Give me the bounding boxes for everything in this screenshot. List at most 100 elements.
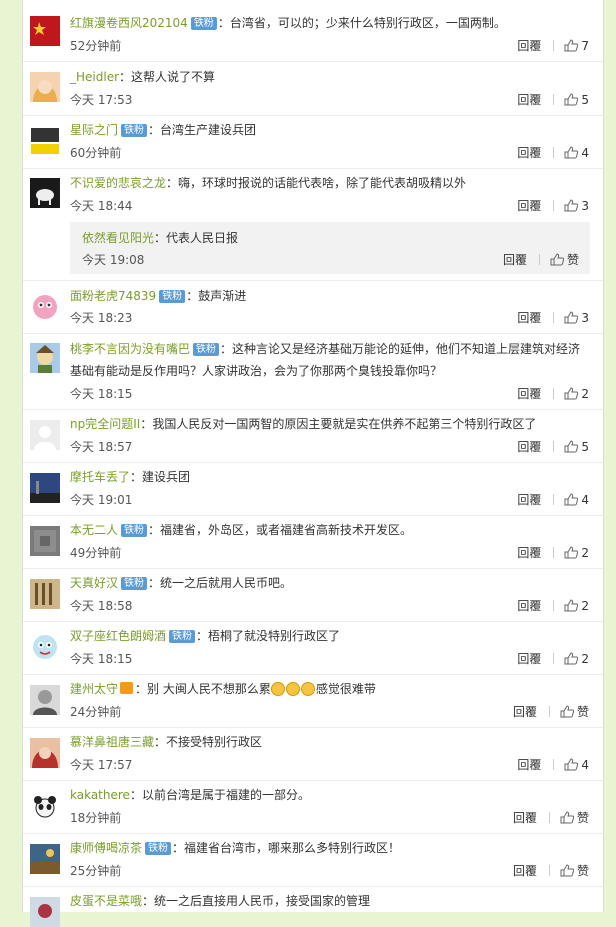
username[interactable]: 康师傅喝凉茶	[70, 841, 142, 855]
avatar[interactable]	[30, 791, 60, 821]
divider	[553, 441, 555, 452]
thumbs-up-icon	[560, 864, 574, 877]
like-button[interactable]: 3	[564, 311, 589, 325]
username[interactable]: 摩托车丢了	[70, 470, 130, 484]
avatar[interactable]	[30, 897, 60, 927]
comment-item: np完全问题II：我国人民反对一国两智的原因主要就是实在供养不起第三个特别行政区…	[23, 410, 603, 463]
username[interactable]: 双子座红色朗姆酒	[70, 629, 166, 643]
like-button[interactable]: 4	[564, 493, 589, 507]
username[interactable]: 红旗漫卷西风202104	[70, 16, 188, 30]
comment-time: 52分钟前	[70, 39, 122, 53]
like-button[interactable]: 2	[564, 652, 589, 666]
comment-time: 今天 17:57	[70, 758, 133, 772]
comment-text: ：不接受特别行政区	[154, 735, 263, 749]
username[interactable]: kakathere	[70, 788, 130, 802]
reply-button[interactable]: 回覆	[517, 652, 541, 666]
like-count: 赞	[566, 253, 579, 267]
username[interactable]: 本无二人	[70, 523, 118, 537]
like-button[interactable]: 4	[564, 146, 589, 160]
avatar[interactable]	[30, 16, 60, 46]
crown-icon	[120, 682, 134, 694]
reply-button[interactable]: 回覆	[517, 387, 541, 401]
comment-text-after-emoji: 感觉很难带	[315, 682, 376, 696]
reply-button[interactable]: 回覆	[513, 705, 537, 719]
like-count: 2	[581, 546, 589, 560]
comment-time: 今天 18:15	[70, 652, 133, 666]
avatar[interactable]	[30, 72, 60, 102]
reply-button[interactable]: 回覆	[503, 253, 527, 267]
avatar[interactable]	[30, 579, 60, 609]
avatar[interactable]	[30, 685, 60, 715]
like-button[interactable]: 5	[564, 93, 589, 107]
like-button[interactable]: 赞	[560, 811, 589, 825]
comment-text: ：福建省，外岛区，或者福建省高新技术开发区。	[148, 523, 413, 537]
reply-button[interactable]: 回覆	[517, 599, 541, 613]
comment-time: 25分钟前	[70, 864, 122, 878]
username[interactable]: 不识爱的悲哀之龙	[70, 176, 166, 190]
reply-button[interactable]: 回覆	[517, 758, 541, 772]
thumbs-up-icon	[560, 705, 574, 718]
like-button[interactable]: 3	[564, 199, 589, 213]
username[interactable]: 皮蛋不是菜哦	[70, 894, 142, 908]
reply-button[interactable]: 回覆	[517, 311, 541, 325]
username[interactable]: 慕洋鼻祖唐三藏	[70, 735, 154, 749]
fan-badge: 铁粉	[121, 524, 148, 537]
avatar[interactable]	[30, 738, 60, 768]
avatar[interactable]	[30, 473, 60, 503]
like-button[interactable]: 7	[564, 39, 589, 53]
like-button[interactable]: 5	[564, 440, 589, 454]
like-button[interactable]: 2	[564, 387, 589, 401]
divider	[553, 147, 555, 158]
avatar[interactable]	[30, 526, 60, 556]
avatar[interactable]	[30, 126, 60, 156]
username[interactable]: 面粉老虎74839	[70, 289, 156, 303]
reply-button[interactable]: 回覆	[517, 39, 541, 53]
reply-button[interactable]: 回覆	[513, 864, 537, 878]
username[interactable]: np完全问题II	[70, 417, 140, 431]
avatar[interactable]	[30, 420, 60, 450]
like-count: 5	[581, 93, 589, 107]
avatar[interactable]	[30, 632, 60, 662]
comment-time: 今天 18:23	[70, 311, 133, 325]
comment-item: 康师傅喝凉茶 铁粉 ：福建省台湾市，哪来那么多特别行政区！ 25分钟前 回覆 赞	[23, 834, 603, 887]
username[interactable]: _Heidler	[70, 70, 119, 84]
like-button[interactable]: 赞	[550, 253, 579, 267]
comment-text: ：梧桐了就没特别行政区了	[196, 629, 341, 643]
reply-button[interactable]: 回覆	[513, 811, 537, 825]
sub-reply: 依然看见阳光：代表人民日报 今天 19:08 回覆 赞	[70, 222, 590, 274]
username[interactable]: 依然看见阳光	[82, 231, 154, 245]
reply-button[interactable]: 回覆	[517, 440, 541, 454]
comment-text: ：福建省台湾市，哪来那么多特别行政区！	[172, 841, 401, 855]
thumbs-up-icon	[550, 253, 564, 266]
thumbs-up-icon	[564, 39, 579, 52]
comment-time: 18分钟前	[70, 811, 122, 825]
like-button[interactable]: 赞	[560, 864, 589, 878]
avatar[interactable]	[30, 343, 60, 373]
comment-item: 天真好汉 铁粉 ：统一之后就用人民币吧。 今天 18:58 回覆 2	[23, 569, 603, 622]
comment-item: 慕洋鼻祖唐三藏：不接受特别行政区 今天 17:57 回覆 4	[23, 728, 603, 781]
divider	[553, 759, 555, 770]
like-button[interactable]: 2	[564, 599, 589, 613]
comment-panel: 红旗漫卷西风202104 铁粉 ：台湾省，可以的；少来什么特别行政区，一国两制。 5…	[22, 0, 604, 927]
avatar[interactable]	[30, 844, 60, 874]
avatar[interactable]	[30, 291, 60, 321]
username[interactable]: 建州太守	[70, 682, 118, 696]
reply-button[interactable]: 回覆	[517, 546, 541, 560]
divider	[553, 653, 555, 664]
comment-text: ：建设兵团	[130, 470, 191, 484]
username[interactable]: 星际之门	[70, 123, 118, 137]
like-button[interactable]: 4	[564, 758, 589, 772]
fan-badge: 铁粉	[169, 630, 196, 643]
like-button[interactable]: 2	[564, 546, 589, 560]
avatar[interactable]	[30, 178, 60, 208]
reply-button[interactable]: 回覆	[517, 199, 541, 213]
reply-button[interactable]: 回覆	[517, 493, 541, 507]
like-count: 2	[581, 599, 589, 613]
username[interactable]: 天真好汉	[70, 576, 118, 590]
username[interactable]: 桃李不言因为没有嘴巴	[70, 342, 190, 356]
reply-button[interactable]: 回覆	[517, 146, 541, 160]
like-button[interactable]: 赞	[560, 705, 589, 719]
comment-item: 红旗漫卷西风202104 铁粉 ：台湾省，可以的；少来什么特别行政区，一国两制。 5…	[23, 0, 603, 62]
reply-button[interactable]: 回覆	[517, 93, 541, 107]
comment-text: ：这种言论又是经济基础万能论的延伸，他们不知道上层建筑对经济	[220, 342, 581, 356]
